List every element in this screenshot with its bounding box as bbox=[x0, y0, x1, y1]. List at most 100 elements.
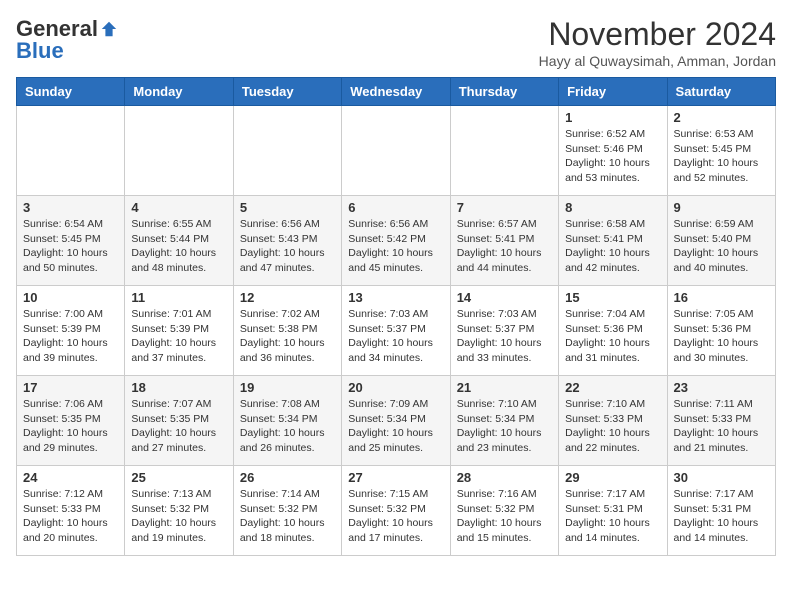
cell-info: Sunrise: 7:16 AM Sunset: 5:32 PM Dayligh… bbox=[457, 487, 552, 546]
cell-info: Sunrise: 6:58 AM Sunset: 5:41 PM Dayligh… bbox=[565, 217, 660, 276]
cell-info: Sunrise: 7:13 AM Sunset: 5:32 PM Dayligh… bbox=[131, 487, 226, 546]
day-number: 13 bbox=[348, 290, 443, 305]
day-header-friday: Friday bbox=[559, 78, 667, 106]
calendar-table: SundayMondayTuesdayWednesdayThursdayFrid… bbox=[16, 77, 776, 556]
cell-info: Sunrise: 7:15 AM Sunset: 5:32 PM Dayligh… bbox=[348, 487, 443, 546]
day-number: 5 bbox=[240, 200, 335, 215]
day-header-thursday: Thursday bbox=[450, 78, 558, 106]
cell-info: Sunrise: 7:11 AM Sunset: 5:33 PM Dayligh… bbox=[674, 397, 769, 456]
month-title: November 2024 bbox=[539, 16, 776, 53]
logo-blue-text: Blue bbox=[16, 38, 64, 64]
calendar-cell: 28 Sunrise: 7:16 AM Sunset: 5:32 PM Dayli… bbox=[450, 466, 558, 556]
day-number: 25 bbox=[131, 470, 226, 485]
calendar-cell bbox=[125, 106, 233, 196]
day-number: 2 bbox=[674, 110, 769, 125]
day-number: 14 bbox=[457, 290, 552, 305]
cell-info: Sunrise: 7:02 AM Sunset: 5:38 PM Dayligh… bbox=[240, 307, 335, 366]
calendar-cell: 10 Sunrise: 7:00 AM Sunset: 5:39 PM Dayli… bbox=[17, 286, 125, 376]
calendar-cell: 17 Sunrise: 7:06 AM Sunset: 5:35 PM Dayli… bbox=[17, 376, 125, 466]
day-number: 7 bbox=[457, 200, 552, 215]
cell-info: Sunrise: 7:06 AM Sunset: 5:35 PM Dayligh… bbox=[23, 397, 118, 456]
cell-info: Sunrise: 7:05 AM Sunset: 5:36 PM Dayligh… bbox=[674, 307, 769, 366]
day-number: 6 bbox=[348, 200, 443, 215]
calendar-cell: 14Sunrise: 7:03 AM Sunset: 5:37 PM Dayli… bbox=[450, 286, 558, 376]
page-header: General Blue November 2024 Hayy al Quway… bbox=[16, 16, 776, 69]
calendar-cell: 15 Sunrise: 7:04 AM Sunset: 5:36 PM Dayli… bbox=[559, 286, 667, 376]
day-number: 8 bbox=[565, 200, 660, 215]
calendar-cell: 12 Sunrise: 7:02 AM Sunset: 5:38 PM Dayli… bbox=[233, 286, 341, 376]
day-number: 30 bbox=[674, 470, 769, 485]
calendar-week-4: 17 Sunrise: 7:06 AM Sunset: 5:35 PM Dayli… bbox=[17, 376, 776, 466]
cell-info: Sunrise: 7:00 AM Sunset: 5:39 PM Dayligh… bbox=[23, 307, 118, 366]
calendar-cell: 16Sunrise: 7:05 AM Sunset: 5:36 PM Dayli… bbox=[667, 286, 775, 376]
day-number: 24 bbox=[23, 470, 118, 485]
calendar-cell: 25 Sunrise: 7:13 AM Sunset: 5:32 PM Dayli… bbox=[125, 466, 233, 556]
cell-info: Sunrise: 7:07 AM Sunset: 5:35 PM Dayligh… bbox=[131, 397, 226, 456]
logo-icon bbox=[100, 20, 118, 38]
logo: General Blue bbox=[16, 16, 118, 64]
calendar-cell: 21Sunrise: 7:10 AM Sunset: 5:34 PM Dayli… bbox=[450, 376, 558, 466]
calendar-cell bbox=[233, 106, 341, 196]
cell-info: Sunrise: 7:17 AM Sunset: 5:31 PM Dayligh… bbox=[565, 487, 660, 546]
cell-info: Sunrise: 7:03 AM Sunset: 5:37 PM Dayligh… bbox=[348, 307, 443, 366]
day-number: 17 bbox=[23, 380, 118, 395]
day-number: 4 bbox=[131, 200, 226, 215]
day-number: 9 bbox=[674, 200, 769, 215]
day-number: 12 bbox=[240, 290, 335, 305]
calendar-cell: 11 Sunrise: 7:01 AM Sunset: 5:39 PM Dayli… bbox=[125, 286, 233, 376]
calendar-cell: 1 Sunrise: 6:52 AM Sunset: 5:46 PM Daylig… bbox=[559, 106, 667, 196]
day-number: 20 bbox=[348, 380, 443, 395]
calendar-cell: 23 Sunrise: 7:11 AM Sunset: 5:33 PM Dayli… bbox=[667, 376, 775, 466]
cell-info: Sunrise: 6:56 AM Sunset: 5:43 PM Dayligh… bbox=[240, 217, 335, 276]
day-number: 28 bbox=[457, 470, 552, 485]
cell-info: Sunrise: 7:10 AM Sunset: 5:33 PM Dayligh… bbox=[565, 397, 660, 456]
calendar-cell: 6 Sunrise: 6:56 AM Sunset: 5:42 PM Daylig… bbox=[342, 196, 450, 286]
cell-info: Sunrise: 7:14 AM Sunset: 5:32 PM Dayligh… bbox=[240, 487, 335, 546]
day-header-sunday: Sunday bbox=[17, 78, 125, 106]
cell-info: Sunrise: 7:01 AM Sunset: 5:39 PM Dayligh… bbox=[131, 307, 226, 366]
calendar-cell bbox=[342, 106, 450, 196]
calendar-cell: 30 Sunrise: 7:17 AM Sunset: 5:31 PM Dayli… bbox=[667, 466, 775, 556]
day-number: 26 bbox=[240, 470, 335, 485]
calendar-week-3: 10 Sunrise: 7:00 AM Sunset: 5:39 PM Dayli… bbox=[17, 286, 776, 376]
day-number: 29 bbox=[565, 470, 660, 485]
day-header-tuesday: Tuesday bbox=[233, 78, 341, 106]
day-number: 19 bbox=[240, 380, 335, 395]
day-number: 15 bbox=[565, 290, 660, 305]
day-number: 22 bbox=[565, 380, 660, 395]
day-header-saturday: Saturday bbox=[667, 78, 775, 106]
cell-info: Sunrise: 7:09 AM Sunset: 5:34 PM Dayligh… bbox=[348, 397, 443, 456]
day-number: 18 bbox=[131, 380, 226, 395]
cell-info: Sunrise: 6:56 AM Sunset: 5:42 PM Dayligh… bbox=[348, 217, 443, 276]
calendar-cell: 19 Sunrise: 7:08 AM Sunset: 5:34 PM Dayli… bbox=[233, 376, 341, 466]
day-number: 1 bbox=[565, 110, 660, 125]
cell-info: Sunrise: 6:55 AM Sunset: 5:44 PM Dayligh… bbox=[131, 217, 226, 276]
calendar-cell bbox=[450, 106, 558, 196]
cell-info: Sunrise: 6:54 AM Sunset: 5:45 PM Dayligh… bbox=[23, 217, 118, 276]
day-number: 10 bbox=[23, 290, 118, 305]
cell-info: Sunrise: 6:52 AM Sunset: 5:46 PM Dayligh… bbox=[565, 127, 660, 186]
cell-info: Sunrise: 6:53 AM Sunset: 5:45 PM Dayligh… bbox=[674, 127, 769, 186]
day-number: 11 bbox=[131, 290, 226, 305]
calendar-cell: 22 Sunrise: 7:10 AM Sunset: 5:33 PM Dayli… bbox=[559, 376, 667, 466]
day-number: 21 bbox=[457, 380, 552, 395]
day-number: 23 bbox=[674, 380, 769, 395]
calendar-week-2: 3Sunrise: 6:54 AM Sunset: 5:45 PM Daylig… bbox=[17, 196, 776, 286]
cell-info: Sunrise: 7:17 AM Sunset: 5:31 PM Dayligh… bbox=[674, 487, 769, 546]
cell-info: Sunrise: 7:08 AM Sunset: 5:34 PM Dayligh… bbox=[240, 397, 335, 456]
cell-info: Sunrise: 6:59 AM Sunset: 5:40 PM Dayligh… bbox=[674, 217, 769, 276]
calendar-cell: 7Sunrise: 6:57 AM Sunset: 5:41 PM Daylig… bbox=[450, 196, 558, 286]
day-number: 27 bbox=[348, 470, 443, 485]
calendar-cell: 20 Sunrise: 7:09 AM Sunset: 5:34 PM Dayli… bbox=[342, 376, 450, 466]
calendar-cell: 5 Sunrise: 6:56 AM Sunset: 5:43 PM Daylig… bbox=[233, 196, 341, 286]
cell-info: Sunrise: 7:12 AM Sunset: 5:33 PM Dayligh… bbox=[23, 487, 118, 546]
cell-info: Sunrise: 7:04 AM Sunset: 5:36 PM Dayligh… bbox=[565, 307, 660, 366]
calendar-week-5: 24 Sunrise: 7:12 AM Sunset: 5:33 PM Dayli… bbox=[17, 466, 776, 556]
calendar-cell: 3Sunrise: 6:54 AM Sunset: 5:45 PM Daylig… bbox=[17, 196, 125, 286]
calendar-cell: 29 Sunrise: 7:17 AM Sunset: 5:31 PM Dayli… bbox=[559, 466, 667, 556]
calendar-cell: 27 Sunrise: 7:15 AM Sunset: 5:32 PM Dayli… bbox=[342, 466, 450, 556]
day-header-wednesday: Wednesday bbox=[342, 78, 450, 106]
calendar-cell: 18 Sunrise: 7:07 AM Sunset: 5:35 PM Dayli… bbox=[125, 376, 233, 466]
calendar-header-row: SundayMondayTuesdayWednesdayThursdayFrid… bbox=[17, 78, 776, 106]
calendar-cell: 4 Sunrise: 6:55 AM Sunset: 5:44 PM Daylig… bbox=[125, 196, 233, 286]
